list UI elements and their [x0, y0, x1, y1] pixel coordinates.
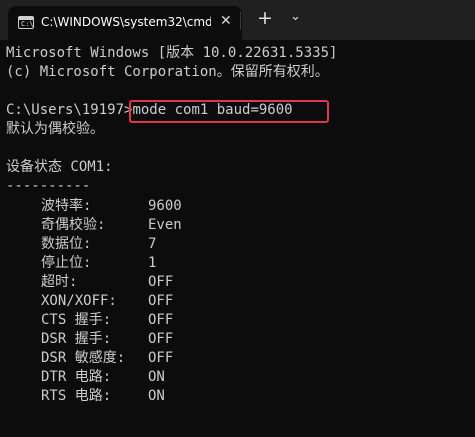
status-label: CTS 握手:: [41, 312, 112, 328]
console-output[interactable]: Microsoft Windows [版本 10.0.22631.5335] (…: [0, 40, 475, 437]
status-value: OFF: [148, 350, 174, 366]
status-value: Even: [148, 217, 182, 233]
cmd-icon: C:\: [18, 16, 34, 29]
status-label: XON/XOFF:: [41, 293, 117, 309]
status-separator: ----------: [6, 178, 91, 194]
status-label: DSR 敏感度:: [41, 350, 126, 366]
status-label: DSR 握手:: [41, 331, 112, 347]
status-label: 数据位:: [41, 236, 92, 252]
status-value: ON: [148, 388, 165, 404]
status-value: ON: [148, 369, 165, 385]
header-copyright-line: (c) Microsoft Corporation。保留所有权利。: [6, 64, 329, 80]
header-version-line: Microsoft Windows [版本 10.0.22631.5335]: [6, 45, 338, 61]
status-value: OFF: [148, 293, 174, 309]
status-value: OFF: [148, 274, 174, 290]
status-label: RTS 电路:: [41, 388, 112, 404]
status-value: OFF: [148, 331, 174, 347]
response-line: 默认为偶校验。: [6, 121, 104, 137]
chevron-down-icon[interactable]: ⌄: [290, 9, 301, 24]
title-bar: C:\ C:\WINDOWS\system32\cmd. ✕ + ⌄: [0, 0, 475, 40]
tab-divider: [240, 12, 241, 30]
status-value: OFF: [148, 312, 174, 328]
new-tab-button[interactable]: +: [257, 7, 273, 29]
status-label: 奇偶校验:: [41, 217, 106, 233]
status-label: 波特率:: [41, 198, 92, 214]
status-label: 停止位:: [41, 255, 92, 271]
close-tab-icon[interactable]: ✕: [220, 13, 232, 29]
status-value: 1: [148, 255, 157, 271]
terminal-tab[interactable]: C:\ C:\WINDOWS\system32\cmd. ✕: [8, 6, 242, 40]
prompt-text: C:\Users\19197>: [6, 102, 133, 118]
status-title: 设备状态 COM1:: [6, 159, 113, 175]
status-label: DTR 电路:: [41, 369, 112, 385]
status-value: 7: [148, 236, 157, 252]
tab-title: C:\WINDOWS\system32\cmd.: [41, 15, 211, 29]
status-label: 超时:: [41, 274, 78, 290]
command-highlight-box: [129, 100, 329, 123]
status-value: 9600: [148, 198, 182, 214]
